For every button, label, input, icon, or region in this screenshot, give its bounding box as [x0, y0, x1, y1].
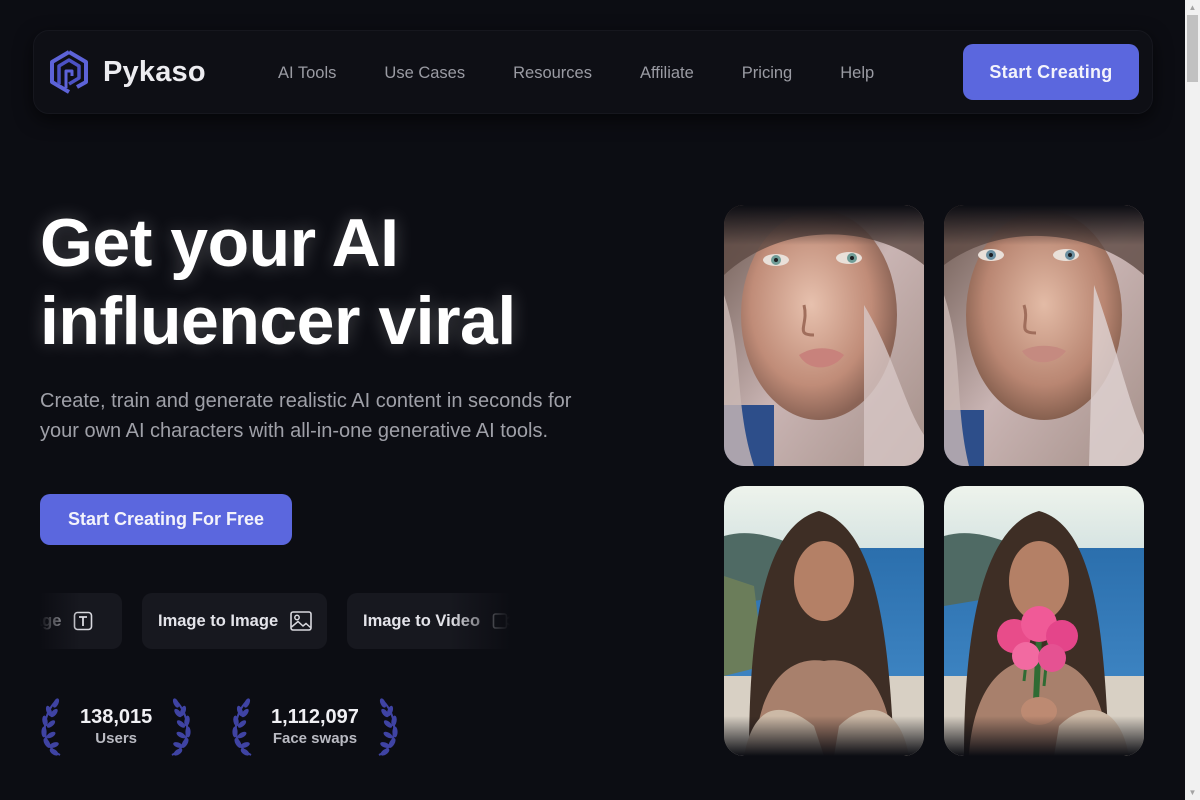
main-menu: AI Tools Use Cases Resources Affiliate P…: [278, 31, 922, 115]
stat-value-face-swaps: 1,112,097: [271, 706, 359, 728]
tool-chip-text-to-image[interactable]: age: [40, 593, 122, 649]
tool-chip-image-to-video[interactable]: Image to Video: [347, 593, 510, 649]
nav-link-affiliate[interactable]: Affiliate: [640, 64, 694, 83]
gallery-image-portrait-original: [724, 205, 924, 466]
stat-users: 138,015 Users: [40, 697, 192, 757]
scroll-up-arrow-icon[interactable]: ▲: [1185, 0, 1200, 15]
stat-face-swaps: 1,112,097 Face swaps: [231, 697, 399, 757]
tool-chip-label: Image to Video: [363, 611, 481, 630]
text-box-icon: [73, 611, 93, 631]
scroll-down-arrow-icon[interactable]: ▼: [1185, 785, 1200, 800]
nav-link-use-cases[interactable]: Use Cases: [384, 64, 465, 83]
nav-link-help[interactable]: Help: [840, 64, 874, 83]
stat-label-users: Users: [95, 730, 137, 747]
hero-subtitle: Create, train and generate realistic AI …: [40, 386, 650, 446]
nav-link-ai-tools[interactable]: AI Tools: [278, 64, 336, 83]
stat-text: 138,015 Users: [70, 705, 162, 749]
image-fade: [944, 205, 1144, 245]
laurel-left-icon: [40, 697, 70, 757]
page: Pykaso AI Tools Use Cases Resources Affi…: [0, 0, 1185, 800]
hero-title-line-1: Get your AI: [40, 205, 399, 281]
image-fade: [944, 716, 1144, 756]
page-scrollbar[interactable]: ▲ ▼: [1185, 0, 1200, 800]
laurel-right-icon: [162, 697, 192, 757]
nav-link-resources[interactable]: Resources: [513, 64, 592, 83]
image-icon: [290, 611, 312, 631]
stat-text: 1,112,097 Face swaps: [261, 705, 369, 749]
top-navigation: Pykaso AI Tools Use Cases Resources Affi…: [33, 30, 1153, 114]
nav-link-pricing[interactable]: Pricing: [742, 64, 792, 83]
video-icon: [492, 611, 510, 631]
stat-value-users: 138,015: [80, 706, 153, 728]
hero-title: Get your AI influencer viral: [40, 204, 516, 360]
hero-title-line-2: influencer viral: [40, 283, 516, 359]
hero-subtitle-line-2: your own AI characters with all-in-one g…: [40, 420, 549, 442]
brand-name: Pykaso: [103, 55, 206, 88]
pykaso-logo-icon: [49, 50, 89, 94]
scrollbar-thumb[interactable]: [1187, 15, 1198, 82]
start-creating-for-free-button[interactable]: Start Creating For Free: [40, 494, 292, 545]
tool-chip-image-to-image[interactable]: Image to Image: [142, 593, 327, 649]
gallery-image-balcony: [724, 486, 924, 756]
gallery-image-portrait-swapped: [944, 205, 1144, 466]
laurel-left-icon: [231, 697, 261, 757]
image-fade: [724, 716, 924, 756]
tool-chip-label: age: [40, 611, 62, 630]
tools-carousel: age Image to Image Image to Video: [40, 593, 510, 649]
hero-subtitle-line-1: Create, train and generate realistic AI …: [40, 390, 572, 412]
image-fade: [724, 205, 924, 245]
tool-chip-label: Image to Image: [158, 611, 279, 630]
stat-label-face-swaps: Face swaps: [272, 730, 358, 747]
start-creating-button[interactable]: Start Creating: [963, 44, 1139, 100]
laurel-right-icon: [369, 697, 399, 757]
brand-logo-link[interactable]: Pykaso: [49, 50, 206, 94]
gallery-image-balcony-flowers: [944, 486, 1144, 756]
